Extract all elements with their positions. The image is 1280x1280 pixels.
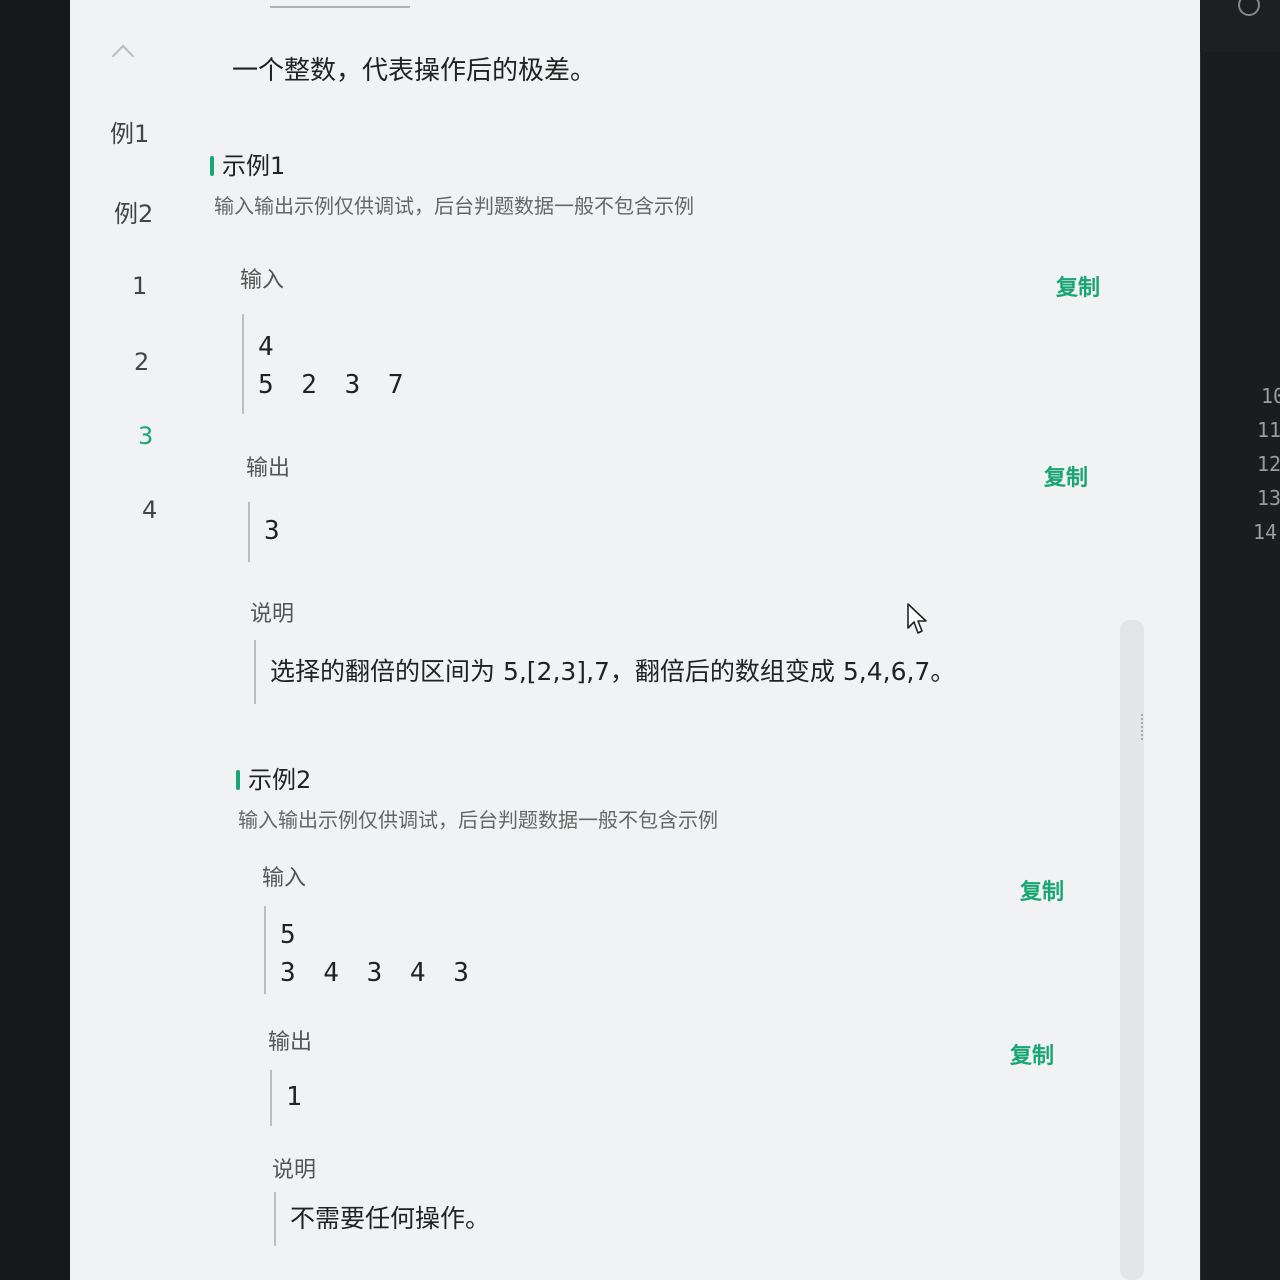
- copy-output-button[interactable]: 复制: [1010, 1038, 1054, 1070]
- line-number: 12: [1257, 452, 1280, 476]
- anchor-nav-item-example2[interactable]: 例2: [114, 194, 153, 229]
- explanation-text: 选择的翻倍的区间为 5,[2,3],7，翻倍后的数组变成 5,4,6,7。: [254, 640, 955, 704]
- anchor-nav-item-2[interactable]: 2: [134, 348, 149, 376]
- scrollbar-grip-icon[interactable]: [1141, 714, 1149, 740]
- explanation-text: 不需要任何操作。: [274, 1192, 490, 1246]
- output-label: 输出: [268, 1030, 313, 1055]
- example-note: 输入输出示例仅供调试，后台判题数据一般不包含示例: [214, 194, 694, 218]
- example-title-text: 示例2: [248, 766, 312, 794]
- example-title-text: 示例1: [222, 152, 286, 180]
- code-editor[interactable]: 10 11 12 13 14: [1200, 52, 1280, 1280]
- anchor-nav-item-4[interactable]: 4: [142, 496, 157, 524]
- code-line: 5 2 3 7: [258, 370, 410, 400]
- settings-icon[interactable]: [1238, 0, 1260, 16]
- example-title: 示例2: [236, 760, 311, 795]
- line-number: 10: [1261, 384, 1280, 408]
- anchor-nav-item-1[interactable]: 1: [132, 272, 147, 300]
- copy-output-button[interactable]: 复制: [1044, 460, 1088, 492]
- output-code-block[interactable]: 3: [248, 502, 280, 562]
- output-label: 输出: [246, 456, 291, 481]
- mouse-pointer-icon: [907, 603, 927, 634]
- anchor-nav-item-3[interactable]: 3: [138, 422, 153, 450]
- code-line: 5: [280, 920, 296, 950]
- output-code-block[interactable]: 1: [270, 1070, 302, 1126]
- monitor-bezel: [0, 0, 70, 1280]
- accent-bar: [236, 770, 240, 790]
- code-line: 3: [264, 516, 280, 546]
- anchor-nav-item-example1[interactable]: 例1: [110, 114, 149, 149]
- input-label: 输入: [262, 866, 307, 891]
- explanation-label: 说明: [272, 1158, 317, 1183]
- explanation-label: 说明: [250, 602, 295, 627]
- line-number: 11: [1257, 418, 1280, 442]
- copy-input-button[interactable]: 复制: [1056, 270, 1100, 302]
- input-code-block[interactable]: 4 5 2 3 7: [242, 314, 410, 414]
- example-note: 输入输出示例仅供调试，后台判题数据一般不包含示例: [238, 808, 718, 832]
- line-number: 14: [1253, 520, 1278, 544]
- problem-content: 一个整数，代表操作后的极差。 示例1 输入输出示例仅供调试，后台判题数据一般不包…: [210, 0, 1160, 1280]
- copy-input-button[interactable]: 复制: [1020, 874, 1064, 906]
- line-number: 13: [1257, 486, 1280, 510]
- example-title: 示例1: [210, 146, 285, 181]
- accent-bar: [210, 156, 214, 176]
- code-line: 3 4 3 4 3: [280, 958, 475, 988]
- code-line: 4: [258, 332, 274, 362]
- output-description: 一个整数，代表操作后的极差。: [232, 56, 597, 86]
- code-line: 1: [286, 1082, 302, 1112]
- input-label: 输入: [240, 268, 285, 293]
- input-code-block[interactable]: 5 3 4 3 4 3: [264, 906, 475, 994]
